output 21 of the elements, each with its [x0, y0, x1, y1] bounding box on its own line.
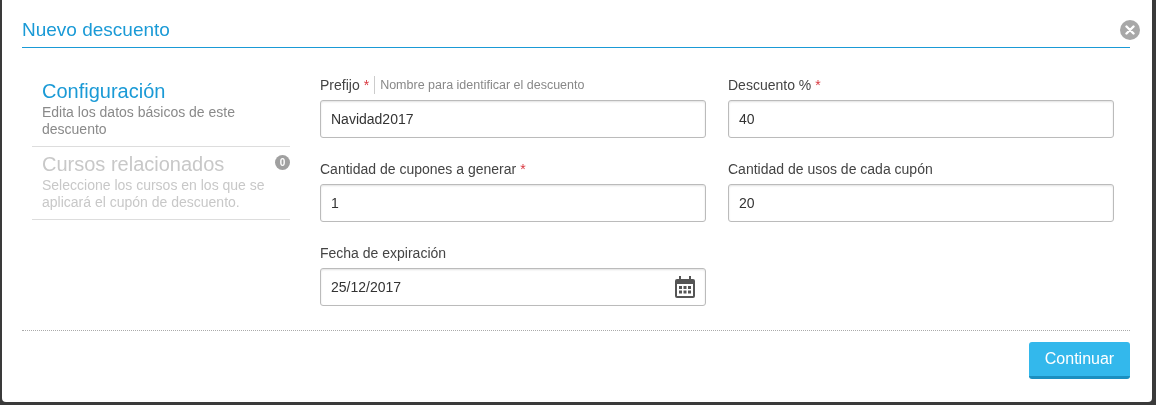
required-mark: *	[363, 76, 370, 94]
input-field[interactable]: 1	[320, 184, 706, 222]
calendar-icon[interactable]	[675, 276, 695, 298]
field-label: Cantidad de cupones a generar	[320, 160, 517, 178]
input-field[interactable]: 40	[728, 100, 1114, 138]
date-field[interactable]: 25/12/2017	[320, 268, 706, 306]
field-label: Descuento %	[728, 76, 812, 94]
dialog-title: Nuevo descuento	[22, 18, 170, 42]
required-mark: *	[520, 160, 526, 178]
field-label: Fecha de expiración	[320, 244, 447, 262]
field-hint: Nombre para identificar el descuento	[374, 76, 585, 94]
field-label: Cantidad de usos de cada cupón	[728, 160, 933, 178]
step-title: Configuración	[42, 79, 167, 103]
input-field[interactable]: Navidad2017	[320, 100, 706, 138]
field-label: Prefijo	[320, 76, 360, 94]
input-field[interactable]: 20	[728, 184, 1114, 222]
wizard-step[interactable]: Configuración Edita los datos básicos de este descuento	[32, 76, 290, 147]
close-icon	[1125, 25, 1135, 35]
required-mark: *	[815, 76, 821, 94]
count-badge: 0	[275, 155, 290, 170]
step-description: Edita los datos básicos de este descuento	[42, 104, 236, 138]
